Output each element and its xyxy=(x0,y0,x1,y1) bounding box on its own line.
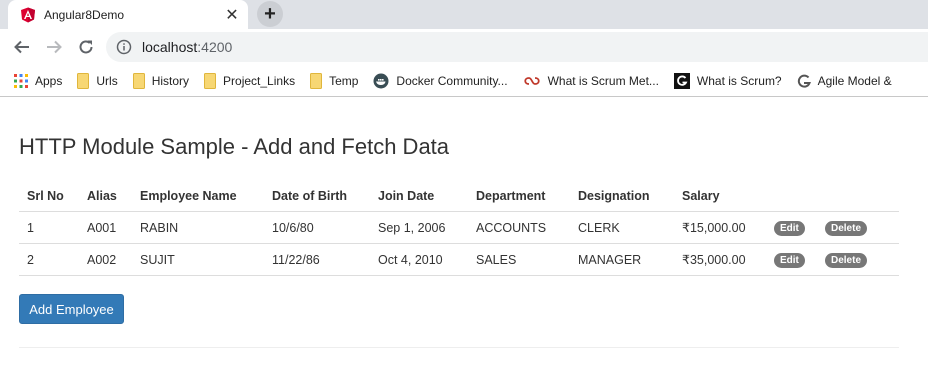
browser-tab[interactable]: Angular8Demo ✕ xyxy=(8,0,248,29)
bookmark-agile-model[interactable]: Agile Model & xyxy=(797,74,892,88)
folder-icon xyxy=(204,72,217,89)
page-title: HTTP Module Sample - Add and Fetch Data xyxy=(19,134,450,159)
g-swirl-icon xyxy=(797,74,811,88)
table-cell: 1 xyxy=(19,211,79,244)
table-cell: Delete xyxy=(817,211,899,244)
column-header: Join Date xyxy=(370,180,468,212)
column-header: Date of Birth xyxy=(264,180,370,212)
table-cell: 10/6/80 xyxy=(264,211,370,244)
plus-icon: + xyxy=(264,3,276,25)
divider xyxy=(19,347,899,348)
forward-button[interactable] xyxy=(44,37,64,57)
tab-strip: Angular8Demo ✕ + xyxy=(0,0,928,29)
column-header: Alias xyxy=(79,180,132,212)
bookmark-label: Docker Community... xyxy=(396,73,508,88)
table-cell: Oct 4, 2010 xyxy=(370,243,468,276)
table-cell: SUJIT xyxy=(132,243,264,276)
new-tab-button[interactable]: + xyxy=(257,1,283,27)
bookmark-label: History xyxy=(151,73,190,88)
table-cell: Delete xyxy=(817,243,899,276)
column-header: Designation xyxy=(570,180,674,212)
reload-button[interactable] xyxy=(76,37,96,57)
folder-icon xyxy=(132,72,145,89)
table-cell: CLERK xyxy=(570,211,674,244)
column-header: Department xyxy=(468,180,570,212)
close-icon[interactable]: ✕ xyxy=(224,7,240,24)
docker-icon xyxy=(373,73,389,88)
table-cell: ₹15,000.00 xyxy=(674,211,766,244)
g-logo-icon xyxy=(673,72,690,89)
add-employee-button[interactable]: Add Employee xyxy=(19,294,124,324)
column-header-edit xyxy=(766,180,817,212)
column-header: Salary xyxy=(674,180,766,212)
delete-button[interactable]: Delete xyxy=(825,220,868,236)
browser-toolbar: localhost:4200 xyxy=(0,29,928,65)
table-header-row: Srl No Alias Employee Name Date of Birth… xyxy=(19,180,899,212)
scrum-link-icon xyxy=(523,76,540,85)
url-host: localhost xyxy=(142,39,198,55)
bookmark-folder-urls[interactable]: Urls xyxy=(77,72,118,89)
bookmark-label: Temp xyxy=(329,73,359,88)
bookmark-label: Agile Model & xyxy=(817,73,892,88)
address-bar[interactable]: localhost:4200 xyxy=(106,32,928,62)
bookmark-label: Apps xyxy=(35,73,63,88)
table-cell: 2 xyxy=(19,243,79,276)
table-cell: ₹35,000.00 xyxy=(674,243,766,276)
apps-grid-icon xyxy=(14,73,28,88)
info-icon[interactable] xyxy=(116,39,132,55)
bookmark-label: What is Scrum Met... xyxy=(547,73,659,88)
table-cell: Sep 1, 2006 xyxy=(370,211,468,244)
table-cell: SALES xyxy=(468,243,570,276)
bookmark-label: Urls xyxy=(96,73,118,88)
bookmark-folder-temp[interactable]: Temp xyxy=(310,72,359,89)
bookmark-scrum-methodology[interactable]: What is Scrum Met... xyxy=(523,74,659,88)
table-cell: Edit xyxy=(766,211,817,244)
bookmark-apps[interactable]: Apps xyxy=(14,73,63,88)
folder-icon xyxy=(77,72,90,89)
back-button[interactable] xyxy=(12,37,32,57)
url-text: localhost:4200 xyxy=(142,39,232,55)
bookmark-label: Project_Links xyxy=(223,73,296,88)
table-cell: A002 xyxy=(79,243,132,276)
table-cell: MANAGER xyxy=(570,243,674,276)
arrow-left-icon xyxy=(14,40,29,54)
bookmark-label: What is Scrum? xyxy=(696,73,782,88)
column-header: Employee Name xyxy=(132,180,264,212)
bookmark-folder-history[interactable]: History xyxy=(132,72,190,89)
table-cell: ACCOUNTS xyxy=(468,211,570,244)
employee-table: Srl No Alias Employee Name Date of Birth… xyxy=(19,180,899,276)
column-header-delete xyxy=(817,180,899,212)
reload-icon xyxy=(79,40,93,54)
table-row: 1 A001 RABIN 10/6/80 Sep 1, 2006 ACCOUNT… xyxy=(19,211,899,244)
bookmark-docker-community[interactable]: Docker Community... xyxy=(373,73,508,89)
table-cell: 11/22/86 xyxy=(264,243,370,276)
delete-button[interactable]: Delete xyxy=(825,252,868,268)
angular-icon xyxy=(21,7,35,22)
table-cell: RABIN xyxy=(132,211,264,244)
column-header: Srl No xyxy=(19,180,79,212)
table-cell: Edit xyxy=(766,243,817,276)
tab-title: Angular8Demo xyxy=(44,7,125,22)
bookmark-folder-project-links[interactable]: Project_Links xyxy=(204,72,296,89)
folder-icon xyxy=(310,72,323,89)
table-row: 2 A002 SUJIT 11/22/86 Oct 4, 2010 SALES … xyxy=(19,243,899,276)
edit-button[interactable]: Edit xyxy=(774,252,805,268)
bookmark-what-is-scrum[interactable]: What is Scrum? xyxy=(673,72,782,89)
bookmarks-bar: Apps Urls History Project_Links Temp Doc… xyxy=(0,65,928,97)
edit-button[interactable]: Edit xyxy=(774,220,805,236)
arrow-right-icon xyxy=(47,40,62,54)
url-port: :4200 xyxy=(197,39,233,55)
table-cell: A001 xyxy=(79,211,132,244)
